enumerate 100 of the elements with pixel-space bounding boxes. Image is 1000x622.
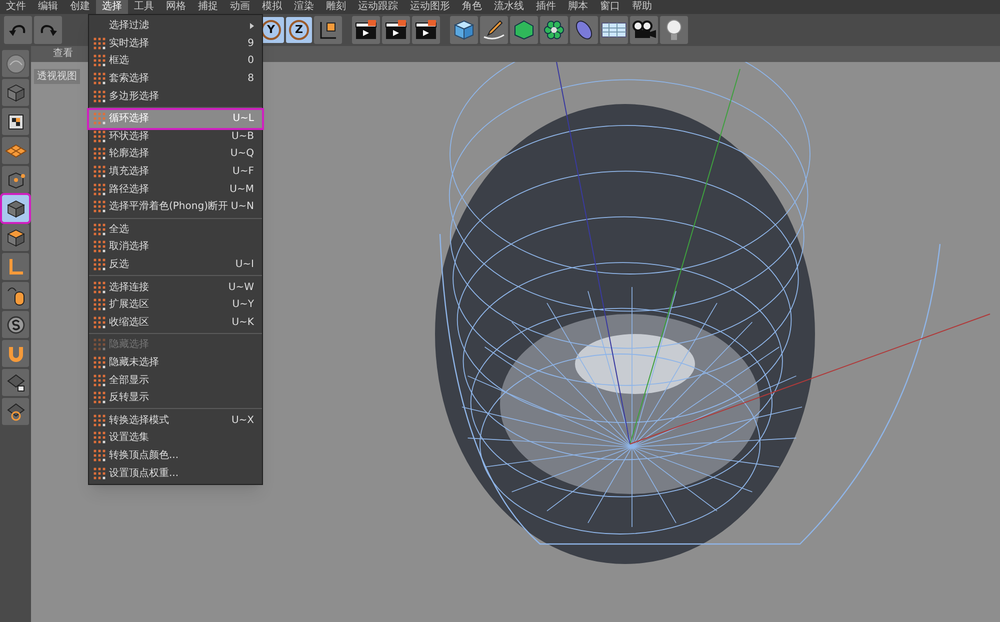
menu-item[interactable]: 收缩选区 U~K xyxy=(89,314,262,332)
polygon-icon xyxy=(513,19,535,41)
cube-points-icon xyxy=(6,170,26,190)
dot-grid-icon xyxy=(92,200,106,214)
clapperboard-icon xyxy=(414,19,438,41)
menu-item[interactable]: 路径选择 U~M xyxy=(89,180,262,198)
menu-bar-item[interactable]: 雕刻 xyxy=(320,0,352,14)
dot-grid-icon xyxy=(92,36,106,50)
cube-icon xyxy=(6,82,26,102)
menu-bar-item[interactable]: 流水线 xyxy=(488,0,530,14)
menu-bar-item[interactable]: 窗口 xyxy=(594,0,626,14)
clapperboard-icon xyxy=(384,19,408,41)
menu-bar-item[interactable]: 捕捉 xyxy=(192,0,224,14)
clapperboard-icon xyxy=(354,19,378,41)
dot-grid-icon xyxy=(92,182,106,196)
menu-item[interactable]: 选择连接 U~W xyxy=(89,278,262,296)
menu-item[interactable]: 反选 U~I xyxy=(89,256,262,274)
menu-bar-item[interactable]: 运动跟踪 xyxy=(352,0,404,14)
menu-item[interactable]: 轮廓选择 U~Q xyxy=(89,145,262,163)
menu-bar-item[interactable]: 运动图形 xyxy=(404,0,456,14)
grid-ring-icon xyxy=(6,402,26,422)
menu-bar-item[interactable]: 渲染 xyxy=(288,0,320,14)
mouse-icon xyxy=(6,284,26,306)
checker-cube-icon xyxy=(6,112,26,132)
toolbar-button[interactable] xyxy=(450,16,478,44)
flower-icon xyxy=(543,19,565,41)
menu-bar-item[interactable]: 选择 xyxy=(96,0,128,14)
menu-bar-item[interactable]: 模拟 xyxy=(256,0,288,14)
menu-bar-item[interactable]: 编辑 xyxy=(32,0,64,14)
menu-item[interactable]: 设置选集 xyxy=(89,429,262,447)
dot-grid-icon xyxy=(92,147,106,160)
menu-item[interactable]: 隐藏未选择 xyxy=(89,354,262,372)
dot-grid-icon xyxy=(92,54,106,68)
dot-grid-icon xyxy=(92,258,106,272)
menu-bar-item[interactable]: 动画 xyxy=(224,0,256,14)
menu-bar-item[interactable]: 网格 xyxy=(160,0,192,14)
dot-grid-icon xyxy=(92,72,106,86)
cube-icon xyxy=(6,198,26,218)
toolbar-button[interactable] xyxy=(352,16,380,44)
toolbar-button[interactable] xyxy=(382,16,410,44)
coin-icon xyxy=(6,314,26,334)
dot-grid-icon xyxy=(92,316,106,329)
menu-item[interactable]: 转换顶点颜色... xyxy=(89,446,262,464)
toolbar-button[interactable] xyxy=(540,16,568,44)
viewport-title: 透视视图 xyxy=(34,69,80,84)
dot-grid-icon xyxy=(92,112,106,126)
floor-grid-icon xyxy=(601,20,627,40)
menu-bar-item[interactable]: 角色 xyxy=(456,0,488,14)
viewport-menu-item[interactable]: 查看 xyxy=(53,46,73,62)
menu-item[interactable]: 多边形选择 xyxy=(89,87,262,105)
side-tool-button[interactable] xyxy=(2,166,29,193)
menu-item[interactable]: 设置顶点权重... xyxy=(89,464,262,482)
side-tool-button[interactable] xyxy=(2,311,29,338)
light-bulb-icon xyxy=(665,18,683,42)
dot-grid-icon xyxy=(92,165,106,178)
pen-icon xyxy=(482,19,506,41)
toolbar-button[interactable] xyxy=(314,16,342,44)
side-tool-button[interactable] xyxy=(2,398,29,425)
toolbar-button[interactable] xyxy=(480,16,508,44)
dot-grid-icon xyxy=(92,466,106,480)
menu-item[interactable]: 套索选择 8 xyxy=(89,70,262,88)
dot-grid-icon xyxy=(92,374,106,387)
menu-bar-item[interactable]: 创建 xyxy=(64,0,96,14)
menu-bar-item[interactable]: 工具 xyxy=(128,0,160,14)
menu-item[interactable]: 全部显示 xyxy=(89,371,262,389)
dot-grid-icon xyxy=(92,356,106,369)
menu-item[interactable]: 取消选择 xyxy=(89,238,262,256)
dot-grid-icon xyxy=(92,222,106,236)
grid-lock-icon xyxy=(6,372,26,392)
menu-item[interactable]: 转换选择模式 U~X xyxy=(89,411,262,430)
menu-item[interactable]: 选择平滑着色(Phong)断开 U~N xyxy=(89,198,262,216)
camera-icon xyxy=(631,20,657,40)
side-tool-button[interactable] xyxy=(2,369,29,396)
menu-bar-item[interactable]: 帮助 xyxy=(626,0,658,14)
menu-item[interactable]: 环状选择 U~B xyxy=(89,128,262,146)
menu-item[interactable]: 填充选择 U~F xyxy=(89,162,262,180)
dot-grid-icon xyxy=(92,298,106,312)
menu-item[interactable]: 反转显示 xyxy=(89,388,262,406)
dot-grid-icon xyxy=(92,391,106,404)
side-tool-button[interactable] xyxy=(2,282,29,309)
menu-item[interactable]: 全选 xyxy=(89,220,262,238)
dot-grid-icon xyxy=(92,448,106,462)
menu-item[interactable]: 扩展选区 U~Y xyxy=(89,296,262,314)
undo-icon xyxy=(8,22,28,38)
menu-bar-item[interactable]: 脚本 xyxy=(562,0,594,14)
capsule-icon xyxy=(573,19,595,41)
side-tool-button[interactable] xyxy=(2,195,29,222)
dot-grid-icon xyxy=(92,431,106,444)
grid-plane-icon xyxy=(4,144,26,158)
menu-bar-item[interactable]: 文件 xyxy=(0,0,32,14)
cube-icon xyxy=(6,228,26,248)
side-tool-button[interactable] xyxy=(2,224,29,251)
menu-bar-item[interactable]: 插件 xyxy=(530,0,562,14)
toolbar-button[interactable] xyxy=(412,16,440,44)
toolbar-button[interactable] xyxy=(630,16,658,44)
axis-button[interactable]: Z xyxy=(286,17,312,43)
menu-item[interactable]: 框选 0 xyxy=(89,52,262,70)
dot-grid-icon xyxy=(92,130,106,143)
side-tool-button[interactable] xyxy=(2,108,29,135)
dot-grid-icon xyxy=(92,280,106,294)
